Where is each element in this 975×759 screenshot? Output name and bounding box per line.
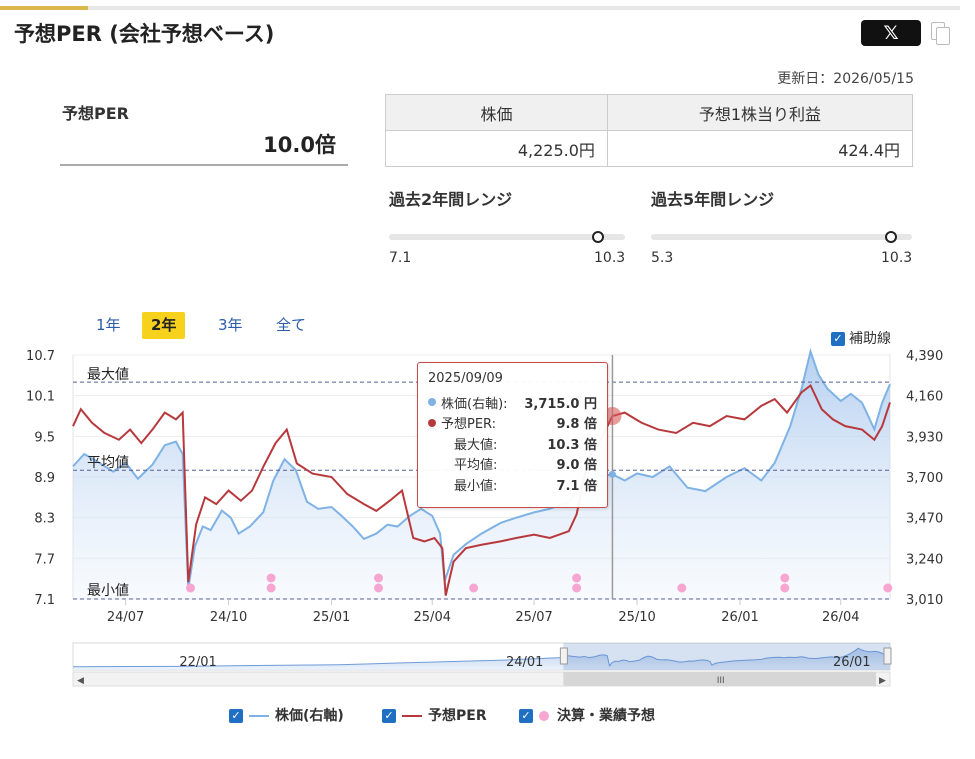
tooltip-price-dot [428,398,436,407]
legend-per-swatch [402,715,422,717]
scrollbar-right-arrow: ▶ [879,676,886,686]
range-5y-knob [885,231,898,243]
y-left-tick: 8.3 [34,512,55,527]
legend-events-label: 決算・業績予想 [557,708,655,724]
y-right-tick: 3,010 [906,593,943,608]
range-2y-max: 10.3 [594,250,626,266]
y-right-tick: 3,240 [906,552,943,567]
legend-price-checkbox[interactable]: ✓ [229,709,243,723]
info-header-eps: 予想1株当り利益 [606,94,914,131]
y-left-tick: 7.1 [34,593,55,608]
info-value-price: 4,225.0円 [385,130,608,167]
event-marker [780,583,790,593]
event-marker [266,573,276,583]
y-left-tick: 9.5 [34,430,55,445]
y-left-tick: 7.7 [34,552,55,567]
event-marker [374,573,384,583]
event-marker [572,583,582,593]
y-left-tick: 10.7 [26,349,55,364]
scrollbar-left-arrow: ◀ [77,676,84,686]
chart-tooltip: 2025/09/09 株価(右軸): 3,715.0 円 予想PER: 9.8 倍 … [417,362,608,508]
legend-per-label: 予想PER [428,708,487,724]
tooltip-row-max: 最大値: 10.3 倍 [454,437,597,453]
tab-3y[interactable]: 3年 [209,312,252,339]
x-tick-label: 25/07 [515,610,552,625]
x-tick-label: 26/01 [721,610,758,625]
info-value-eps: 424.4円 [606,130,914,167]
reference-label: 最大値 [87,367,129,383]
x-tick-label: 24/10 [210,610,247,625]
event-marker [469,583,479,593]
event-marker [374,583,384,593]
navigator-handle [883,647,892,665]
per-value: 10.0倍 [60,130,348,166]
copy-icon[interactable] [931,22,951,46]
navigator-handle [559,647,568,665]
navigator-label: 24/01 [506,655,543,670]
event-marker [677,583,687,593]
x-tick-label: 25/04 [414,610,451,625]
tooltip-row-avg: 平均値: 9.0 倍 [454,458,597,474]
legend-events-swatch [539,711,549,721]
x-tick-label: 26/04 [822,610,859,625]
y-left-tick: 8.9 [34,471,55,486]
top-progress-bar [0,6,960,10]
x-tick-label: 25/10 [618,610,655,625]
legend-per-checkbox[interactable]: ✓ [382,709,396,723]
tooltip-row-min: 最小値: 7.1 倍 [454,478,597,494]
range-5y-label: 過去5年間レンジ [651,190,775,209]
event-marker [186,583,196,593]
tooltip-date: 2025/09/09 [428,371,503,386]
reference-label: 平均値 [87,455,129,471]
tab-all[interactable]: 全て [267,312,315,339]
y-right-tick: 3,700 [906,471,943,486]
range-2y-min: 7.1 [389,250,412,266]
info-table: 株価 予想1株当り利益 4,225.0円 424.4円 [385,94,914,167]
legend-events[interactable]: ✓ 決算・業績予想 [519,705,655,725]
tooltip-row-price: 株価(右軸): 3,715.0 円 [428,392,597,413]
range-2y-knob [592,231,604,243]
y-right-tick: 4,160 [906,390,943,405]
legend-price-swatch [249,715,269,717]
legend-price-label: 株価(右軸) [275,708,344,724]
page-title: 予想PER (会社予想ベース) [14,22,275,46]
x-tick-label: 24/07 [107,610,144,625]
updated-date: 更新日：2026/05/15 [777,71,914,87]
event-marker [780,573,790,583]
y-left-tick: 10.1 [26,390,55,405]
reference-label: 最小値 [87,583,129,599]
range-5y-min: 5.3 [651,250,674,266]
legend-price[interactable]: ✓ 株価(右軸) [229,705,344,725]
tooltip-row-per: 予想PER: 9.8 倍 [428,413,597,434]
per-label: 予想PER [62,104,129,123]
range-2y-label: 過去2年間レンジ [389,190,513,209]
event-marker [883,583,893,593]
y-right-tick: 3,470 [906,512,943,527]
top-progress-accent [0,6,88,10]
range-5y-max: 10.3 [881,250,913,266]
range-5y-track [651,234,912,240]
range-2y-track [389,234,625,240]
x-tick-label: 25/01 [313,610,350,625]
navigator-label: 22/01 [179,655,216,670]
scrollbar-grip: III [717,676,725,686]
hover-point-price [608,470,616,478]
info-header-price: 株価 [385,94,608,131]
tab-2y[interactable]: 2年 [142,312,186,339]
legend-per[interactable]: ✓ 予想PER [382,705,487,725]
y-right-tick: 4,390 [906,349,943,364]
event-marker [572,573,582,583]
legend-events-checkbox[interactable]: ✓ [519,709,533,723]
navigator-label: 26/01 [833,655,870,670]
event-marker [266,583,276,593]
tooltip-per-dot [428,418,436,427]
y-right-tick: 3,930 [906,430,943,445]
tab-1y[interactable]: 1年 [87,312,130,339]
x-share-button[interactable]: 𝕏 [861,20,921,46]
